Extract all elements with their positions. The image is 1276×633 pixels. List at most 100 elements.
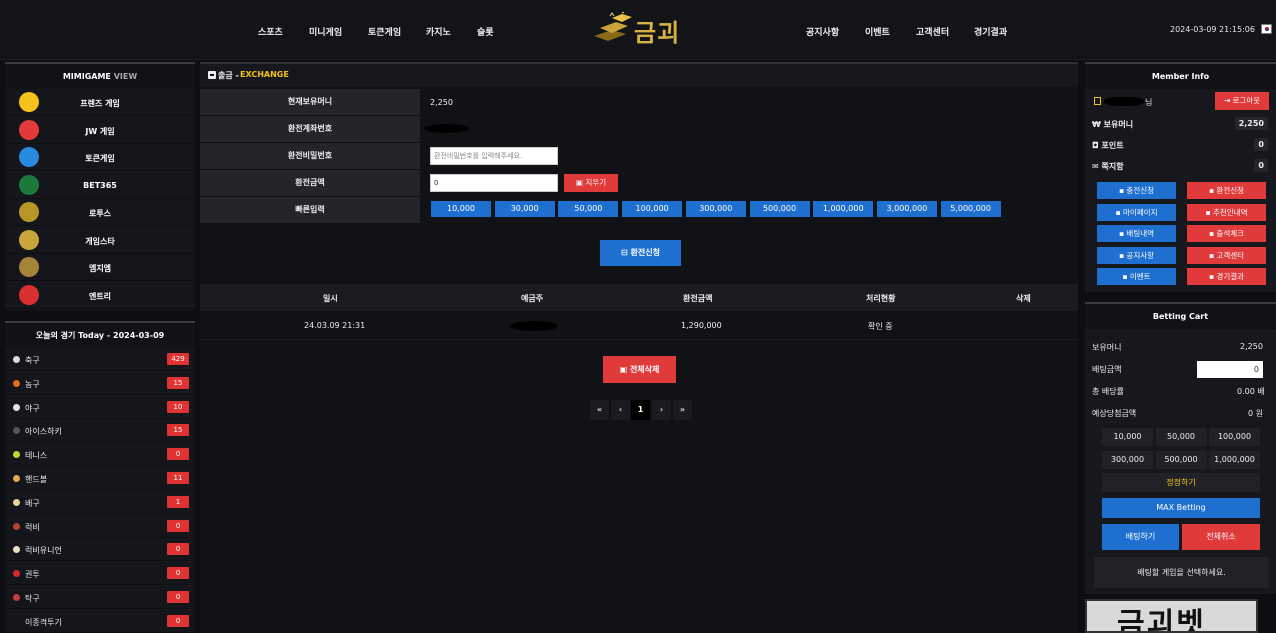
- member-menu-label: 환전신청: [1216, 186, 1245, 195]
- member-menu-button[interactable]: ▪ 출석체크: [1187, 225, 1266, 242]
- nav-token-game[interactable]: 토큰게임: [368, 25, 401, 38]
- quick-amount-button[interactable]: 300,000: [685, 201, 746, 217]
- page-next[interactable]: ›: [652, 400, 671, 420]
- member-menu-button[interactable]: ▪ 배팅내역: [1097, 225, 1176, 242]
- page-first[interactable]: «: [590, 400, 609, 420]
- sport-item[interactable]: 권투 0: [5, 562, 195, 586]
- nav-notice[interactable]: 공지사항: [806, 25, 839, 38]
- quick-amount-button[interactable]: 1,000,000: [813, 201, 874, 217]
- game-item[interactable]: 토큰게임: [5, 144, 195, 171]
- sport-item[interactable]: 축구 429: [5, 348, 195, 371]
- member-menu-button[interactable]: ▪ 환전신청: [1187, 182, 1266, 199]
- korea-flag-icon[interactable]: [1261, 24, 1272, 34]
- nav-minigame[interactable]: 미니게임: [309, 25, 342, 38]
- message-value[interactable]: 0: [1254, 159, 1268, 172]
- sport-count: 0: [167, 543, 189, 556]
- sport-item[interactable]: 아이스하키 15: [5, 419, 195, 443]
- account-label: 환전계좌번호: [200, 116, 420, 142]
- quick-amount-button[interactable]: 500,000: [749, 201, 810, 217]
- total-odds-label: 총 배당률: [1092, 387, 1124, 396]
- minigame-title: MIMIGAME VIEW: [5, 62, 195, 89]
- nav-customer-center[interactable]: 고객센터: [916, 25, 949, 38]
- cart-amount-button[interactable]: 10,000: [1102, 428, 1153, 446]
- clear-button[interactable]: ▣ 지우기: [564, 174, 618, 192]
- cart-amount-button[interactable]: 1,000,000: [1209, 450, 1260, 469]
- place-bet-button[interactable]: 배팅하기: [1102, 524, 1179, 550]
- point-label-text: 포인트: [1101, 141, 1124, 150]
- quick-amount-button[interactable]: 5,000,000: [940, 201, 1001, 217]
- quick-amount-button[interactable]: 3,000,000: [876, 201, 937, 217]
- game-item[interactable]: JW 게임: [5, 116, 195, 144]
- quick-amount-button[interactable]: 50,000: [558, 201, 619, 217]
- sport-name: 이종격투기: [25, 617, 62, 627]
- nav-match-results[interactable]: 경기결과: [974, 25, 1007, 38]
- page-prev[interactable]: ‹: [611, 400, 630, 420]
- sport-name: 배구: [25, 498, 40, 508]
- sport-name: 아이스하키: [25, 427, 62, 437]
- won-icon: ₩: [1092, 120, 1104, 129]
- sport-item[interactable]: 탁구 0: [5, 586, 195, 609]
- password-label: 환전비밀번호: [200, 143, 420, 169]
- exchange-title: 출금 -: [218, 71, 239, 80]
- redacted-account: [424, 124, 469, 133]
- site-logo[interactable]: 금괴: [592, 11, 692, 47]
- amount-input[interactable]: 0: [430, 174, 558, 192]
- page-last[interactable]: »: [673, 400, 692, 420]
- max-betting-button[interactable]: MAX Betting: [1102, 498, 1260, 518]
- game-item[interactable]: 엔트리: [5, 281, 195, 309]
- game-item-label: 토큰게임: [85, 154, 115, 163]
- bet-amount-input[interactable]: 0: [1197, 361, 1263, 378]
- member-menu-button[interactable]: ▪ 이벤트: [1097, 268, 1176, 285]
- member-menu-button[interactable]: ▪ 고객센터: [1187, 246, 1266, 264]
- member-menu-button[interactable]: ▪ 충전신청: [1097, 182, 1176, 199]
- quick-amount-button[interactable]: 30,000: [494, 201, 555, 217]
- cancel-all-button[interactable]: 전체취소: [1182, 524, 1260, 550]
- password-input[interactable]: 환전비밀번호를 입력해주세요.: [430, 147, 558, 165]
- game-item-label: BET365: [83, 180, 117, 190]
- sport-name: 야구: [25, 403, 40, 413]
- expected-win-label: 예상당첨금액: [1092, 409, 1137, 418]
- delete-all-button[interactable]: ▣ 전체삭제: [603, 356, 676, 383]
- promo-banner[interactable]: 금괴벳: [1085, 599, 1258, 633]
- logout-button[interactable]: ⇥ 로그아웃: [1215, 92, 1269, 110]
- sport-item[interactable]: 야구 10: [5, 395, 195, 419]
- redacted-username: [1104, 97, 1144, 106]
- cart-amount-button[interactable]: 50,000: [1155, 428, 1207, 446]
- sport-item[interactable]: 배구 1: [5, 490, 195, 514]
- game-item-label: 로투스: [88, 209, 112, 218]
- game-item-label: 게임스타: [85, 236, 115, 246]
- game-item[interactable]: 로투스: [5, 199, 195, 226]
- member-menu-button[interactable]: ▪ 마이페이지: [1097, 203, 1176, 221]
- nav-casino[interactable]: 카지노: [426, 25, 451, 38]
- member-menu-button[interactable]: ▪ 경기결과: [1187, 268, 1266, 285]
- exchange-header: 출금 - EXCHANGE: [200, 62, 1078, 87]
- sport-item[interactable]: 농구 15: [5, 371, 195, 395]
- game-item[interactable]: 엠지엠: [5, 254, 195, 281]
- sport-item[interactable]: 테니스 0: [5, 443, 195, 467]
- cart-amount-button[interactable]: 300,000: [1102, 450, 1153, 469]
- nav-event[interactable]: 이벤트: [865, 25, 890, 38]
- row-password: 환전비밀번호 환전비밀번호를 입력해주세요.: [200, 143, 1078, 169]
- cart-amount-button[interactable]: 500,000: [1155, 450, 1207, 469]
- nav-slot[interactable]: 슬롯: [477, 25, 494, 38]
- quick-amount-button[interactable]: 10,000: [431, 201, 491, 217]
- table-tennis-icon: [13, 594, 20, 601]
- row-account: 환전계좌번호: [200, 116, 1078, 142]
- member-menu-button[interactable]: ▪ 추천인내역: [1187, 203, 1266, 221]
- edit-button[interactable]: 정정하기: [1102, 473, 1260, 492]
- game-item[interactable]: 프렌즈 게임: [5, 89, 195, 116]
- page-1[interactable]: 1: [631, 400, 650, 420]
- quick-amount-button[interactable]: 100,000: [622, 201, 683, 217]
- game-item[interactable]: BET365: [5, 171, 195, 199]
- col-holder: 예금주: [521, 294, 544, 303]
- submit-exchange-button[interactable]: ⊟ 환전신청: [600, 240, 681, 266]
- expected-win-value: 0 원: [1248, 409, 1263, 418]
- nav-sports[interactable]: 스포츠: [258, 25, 283, 38]
- member-menu-button[interactable]: ▪ 공지사항: [1097, 246, 1176, 264]
- sport-item[interactable]: 럭비유니언 0: [5, 538, 195, 562]
- sport-item[interactable]: 핸드볼 11: [5, 467, 195, 490]
- cart-amount-button[interactable]: 100,000: [1209, 428, 1260, 446]
- game-item[interactable]: 게임스타: [5, 226, 195, 254]
- sport-item[interactable]: 럭비 0: [5, 514, 195, 538]
- sport-item[interactable]: 이종격투기 0: [5, 609, 195, 633]
